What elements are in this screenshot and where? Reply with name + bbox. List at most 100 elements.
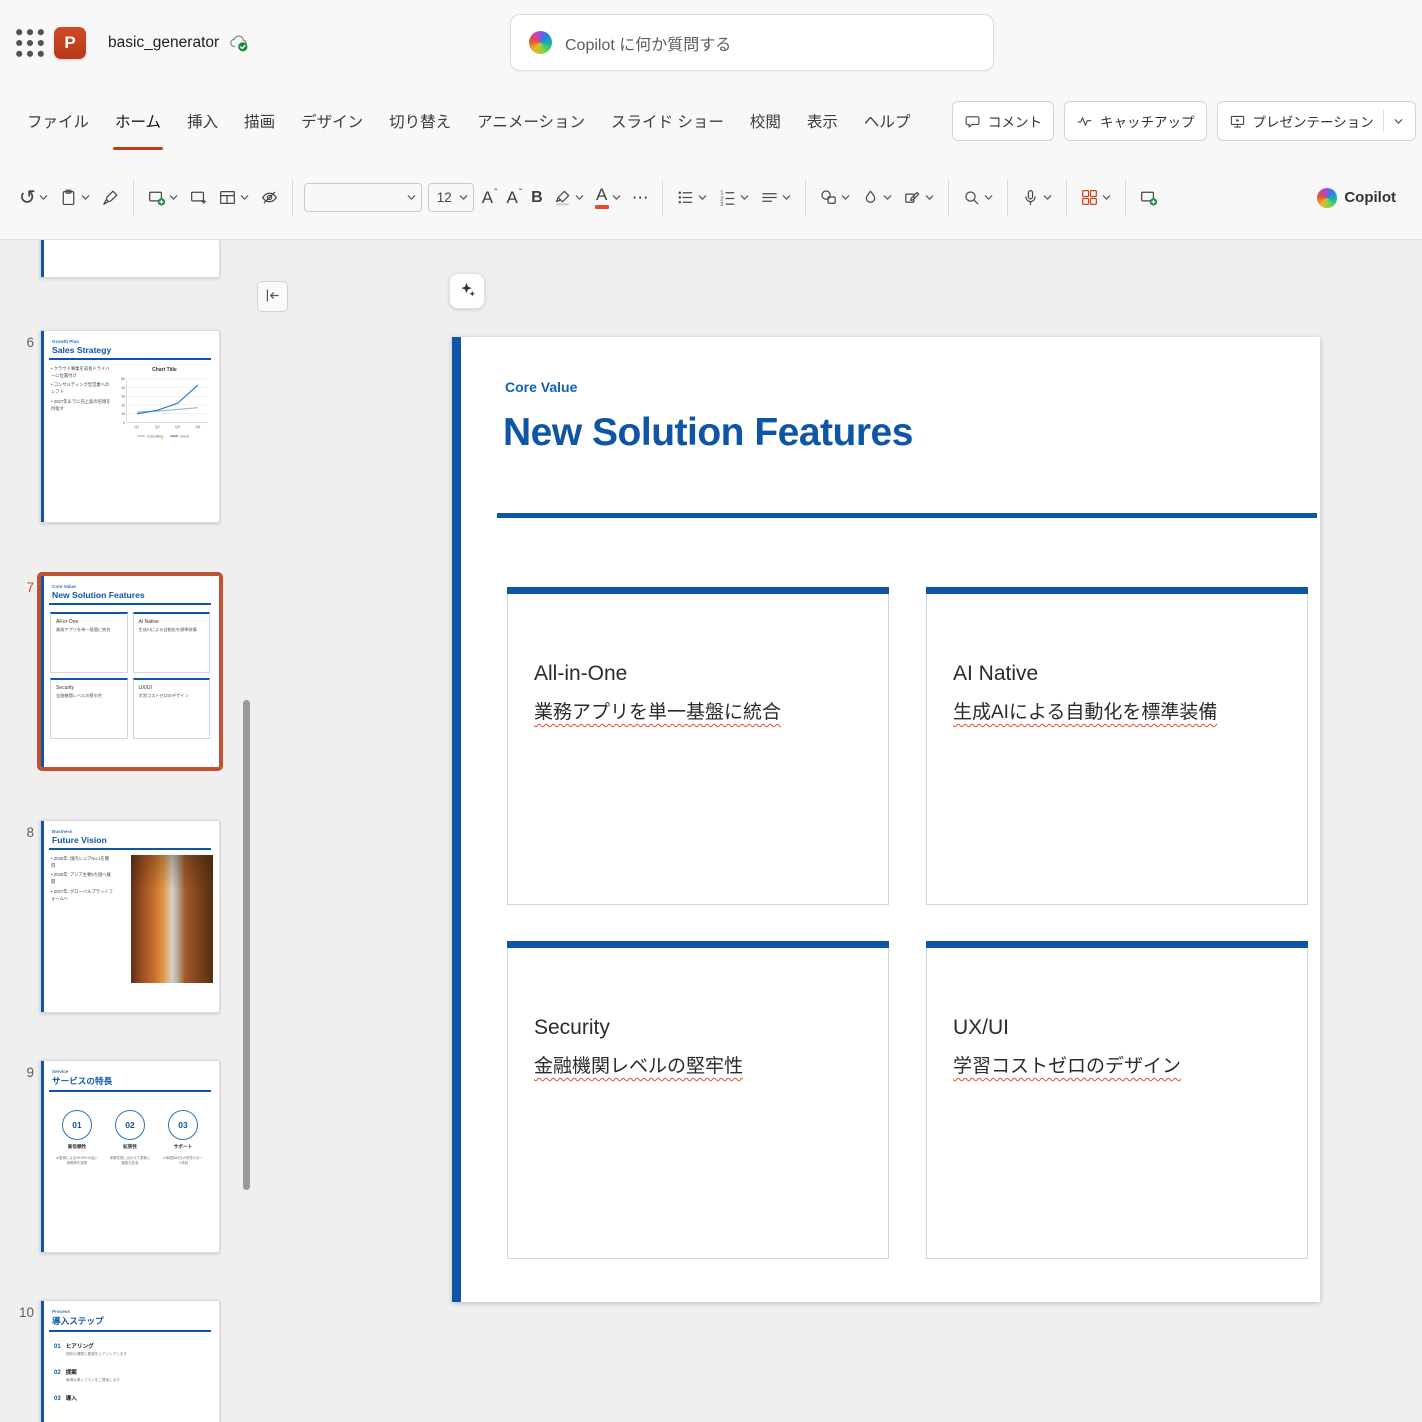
- menu-tab-1[interactable]: ファイル: [25, 86, 91, 156]
- feature-card-3[interactable]: Security 金融機関レベルの堅牢性: [507, 941, 889, 1259]
- slide-10-thumbnail[interactable]: Process 導入ステップ 01 ヒアリング 現状の課題と要望をヒアリングします…: [40, 1300, 220, 1422]
- svg-text:3: 3: [720, 202, 723, 207]
- shapes-icon: [819, 188, 838, 207]
- feature-card-1[interactable]: All-in-One 業務アプリを単一基盤に統合: [507, 587, 889, 905]
- slide-8-number: 8: [26, 825, 34, 840]
- save-status-icon[interactable]: [228, 33, 250, 53]
- slide-canvas[interactable]: Core Value New Solution Features All-in-…: [452, 337, 1320, 1302]
- thumb-eyebrow: Process: [52, 1309, 70, 1314]
- menu-tab-9[interactable]: 校閲: [748, 86, 783, 156]
- undo-button[interactable]: ↺: [14, 176, 54, 220]
- step-item: 03 導入: [54, 1395, 77, 1402]
- ribbon-separator: [1065, 179, 1067, 216]
- menu-bar: ファイル ホーム 挿入 描画 デザイン 切り替え アニメーション スライド ショー 校閲 表示 ヘル…: [0, 86, 1422, 156]
- copilot-button[interactable]: Copilot: [1312, 176, 1408, 220]
- collapse-panel-icon: [264, 287, 281, 307]
- slide-eyebrow[interactable]: Core Value: [505, 379, 577, 395]
- format-painter-button[interactable]: [96, 176, 125, 220]
- copilot-search-bar[interactable]: Copilot に何か質問する: [510, 14, 994, 71]
- shrink-font-button[interactable]: Aˇ: [501, 176, 526, 220]
- shape-outline-button[interactable]: [898, 176, 940, 220]
- chevron-down-icon: [611, 192, 622, 203]
- find-button[interactable]: [957, 176, 999, 220]
- copilot-icon: [529, 31, 552, 54]
- powerpoint-logo[interactable]: P: [54, 27, 86, 59]
- ribbon-separator: [1124, 179, 1126, 216]
- workspace: 6 Growth Plan Sales Strategy クラウド事業を成長ドラ…: [0, 240, 1422, 1422]
- circle-item: 03 サポート 24時間365日の専任サポート体制: [160, 1109, 206, 1167]
- slide-5-thumbnail-partial[interactable]: [40, 240, 220, 278]
- thumb-mini-chart: Chart Title 0 10 20 30 40 50 Q1 Q2 Q3 Q4 Consultin…: [116, 365, 213, 444]
- menu-tab-8[interactable]: スライド ショー: [609, 86, 726, 156]
- numbering-button[interactable]: 123: [713, 176, 755, 220]
- bullets-button[interactable]: [671, 176, 713, 220]
- slide-8-thumbnail[interactable]: Business Future Vision 2025年: 国内シェアNo.1を…: [40, 820, 220, 1013]
- menu-tab-7[interactable]: アニメーション: [475, 86, 587, 156]
- circle-item: 02 拡張性 事業成長に合わせて柔軟に機能を拡張: [107, 1109, 153, 1167]
- thumbnail-scrollbar[interactable]: [243, 700, 250, 1190]
- highlighter-icon: [553, 188, 572, 207]
- thumb-accent-bar: [41, 576, 44, 767]
- designer-sparkle-button[interactable]: [449, 273, 485, 309]
- more-font-options-button[interactable]: ⋯: [627, 176, 654, 220]
- present-button[interactable]: プレゼンテーション: [1216, 101, 1416, 141]
- highlighter-button[interactable]: [548, 176, 590, 220]
- mini-card: UX/UI 学習コストゼロのデザイン: [132, 677, 210, 739]
- font-color-button[interactable]: A: [590, 176, 627, 220]
- thumb-title-underline: [49, 603, 211, 605]
- comments-button[interactable]: コメント: [952, 101, 1054, 141]
- chevron-down-icon: [1101, 192, 1112, 203]
- menu-tab-6[interactable]: 切り替え: [387, 86, 453, 156]
- bold-button[interactable]: B: [526, 176, 548, 220]
- slide-accent-bar: [452, 337, 461, 1302]
- menu-tab-2[interactable]: ホーム: [113, 86, 164, 156]
- slide-6-thumbnail[interactable]: Growth Plan Sales Strategy クラウド事業を成長ドライバ…: [40, 330, 220, 523]
- pulse-icon: [1076, 113, 1093, 130]
- copilot-icon: [1317, 187, 1338, 208]
- button-divider: [1382, 110, 1384, 132]
- application-chrome: P basic_generator Copilot に何か質問する ファイル ホー…: [0, 0, 1422, 240]
- brush-icon: [101, 188, 120, 207]
- feature-card-4[interactable]: UX/UI 学習コストゼロのデザイン: [926, 941, 1308, 1259]
- hide-slide-button[interactable]: [255, 176, 284, 220]
- catchup-button[interactable]: キャッチアップ: [1064, 101, 1207, 141]
- paste-button[interactable]: [54, 176, 96, 220]
- font-size-button[interactable]: 12: [427, 183, 474, 212]
- chevron-down-icon: [1042, 192, 1053, 203]
- comments-label: コメント: [988, 115, 1042, 130]
- eye-off-icon: [260, 188, 279, 207]
- circle-item: 01 高信頼性 AI監視による99.99%の高い稼働率を実現: [54, 1109, 100, 1167]
- add-slide-button[interactable]: [1134, 176, 1163, 220]
- chevron-down-icon: [697, 192, 708, 203]
- dictate-button[interactable]: [1016, 176, 1058, 220]
- slide-7-thumbnail[interactable]: Core Value New Solution Features All-in-…: [37, 572, 223, 771]
- slide-title[interactable]: New Solution Features: [503, 411, 913, 455]
- new-slide-button[interactable]: [142, 176, 184, 220]
- designer-button[interactable]: [1075, 176, 1117, 220]
- menu-tab-11[interactable]: ヘルプ: [862, 86, 913, 156]
- bullet-item: 2026年: アジア主要5カ国へ展開: [51, 871, 113, 886]
- thumb-title-underline: [49, 358, 211, 360]
- slide-star-icon: [189, 188, 208, 207]
- grow-font-button[interactable]: Aˆ: [477, 176, 502, 220]
- reuse-slides-button[interactable]: [184, 176, 213, 220]
- mic-icon: [1021, 188, 1040, 207]
- menu-tab-10[interactable]: 表示: [805, 86, 840, 156]
- line-spacing-button[interactable]: [755, 176, 797, 220]
- font-name-button[interactable]: [303, 183, 422, 212]
- slide-9-thumbnail[interactable]: Service サービスの特長 01 高信頼性 AI監視による99.99%の高い…: [40, 1060, 220, 1253]
- shape-fill-button[interactable]: [856, 176, 898, 220]
- layout-button[interactable]: [213, 176, 255, 220]
- app-launcher-button[interactable]: [12, 25, 48, 61]
- file-name[interactable]: basic_generator: [108, 34, 219, 52]
- chevron-down-icon: [739, 192, 750, 203]
- chevron-down-icon: [574, 192, 585, 203]
- shapes-button[interactable]: [814, 176, 856, 220]
- menu-tab-4[interactable]: 描画: [242, 86, 277, 156]
- menu-tab-3[interactable]: 挿入: [185, 86, 220, 156]
- collapse-panel-button[interactable]: [257, 281, 288, 312]
- ribbon-separator: [1006, 179, 1008, 216]
- slide-title-divider: [497, 513, 1317, 518]
- feature-card-2[interactable]: AI Native 生成AIによる自動化を標準装備: [926, 587, 1308, 905]
- menu-tab-5[interactable]: デザイン: [299, 86, 365, 156]
